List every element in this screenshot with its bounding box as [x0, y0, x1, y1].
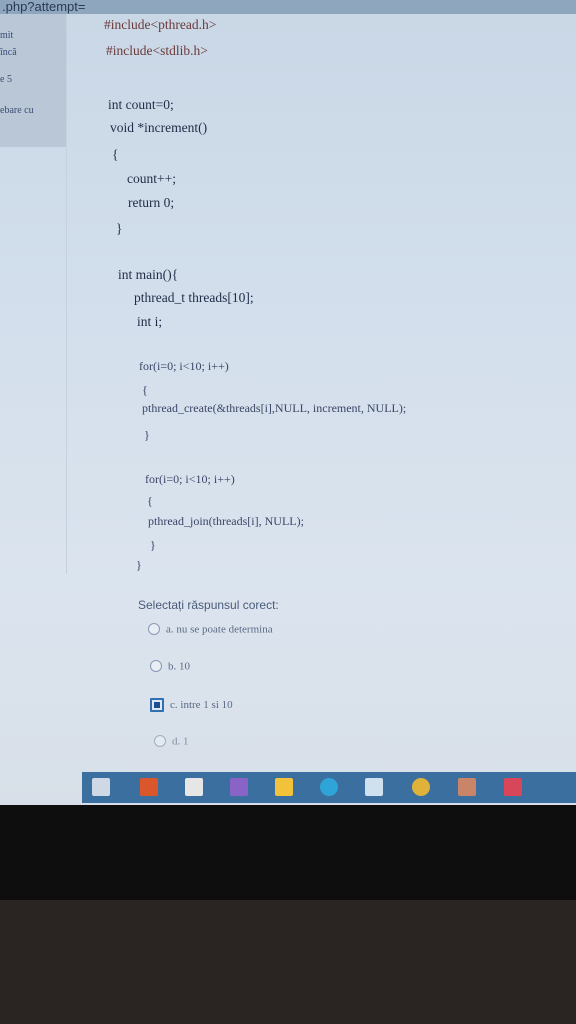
radio-button-checked[interactable] — [150, 698, 164, 712]
store-icon[interactable] — [185, 778, 203, 796]
code-line: { — [147, 494, 153, 508]
code-line: void *increment() — [110, 120, 208, 135]
code-line: pthread_t threads[10]; — [134, 290, 254, 305]
code-line: { — [142, 383, 148, 397]
code-line: } — [144, 428, 150, 442]
code-line: { — [112, 147, 119, 162]
code-line: } — [116, 221, 123, 236]
answer-option-c[interactable]: c. intre 1 si 10 — [150, 698, 233, 712]
app-icon[interactable] — [365, 778, 383, 796]
edge-icon[interactable] — [320, 778, 338, 796]
sidebar-panel: mit încă e 5 ebare cu — [0, 14, 67, 147]
code-line: #include<pthread.h> — [104, 17, 217, 32]
code-line: count++; — [127, 171, 176, 186]
sidebar-item[interactable]: mit — [0, 30, 13, 41]
taskbar — [82, 772, 576, 803]
monitor-bezel — [0, 805, 576, 900]
screen: .php?attempt= mit încă e 5 ebare cu #inc… — [0, 0, 576, 805]
content-divider — [66, 14, 67, 574]
answer-label: b. 10 — [168, 660, 190, 673]
sidebar-item[interactable]: e 5 — [0, 74, 12, 85]
answer-option-b[interactable]: b. 10 — [150, 660, 190, 674]
code-line: int count=0; — [108, 97, 174, 112]
sidebar-item[interactable]: ebare cu — [0, 105, 34, 116]
desk-surface — [0, 900, 576, 1024]
answer-option-a[interactable]: a. nu se poate determina — [148, 623, 273, 637]
sidebar-item[interactable]: încă — [0, 47, 17, 58]
code-line: pthread_create(&threads[i],NULL, increme… — [142, 401, 407, 415]
radio-button[interactable] — [148, 623, 160, 636]
code-line: } — [150, 538, 156, 552]
paint-icon[interactable] — [458, 778, 476, 796]
question-prompt: Selectați răspunsul corect: — [138, 598, 279, 612]
answer-label: d. 1 — [172, 735, 189, 748]
radio-button[interactable] — [154, 735, 166, 748]
file-explorer-icon[interactable] — [275, 778, 293, 796]
calendar-icon[interactable] — [504, 778, 522, 796]
address-bar[interactable]: .php?attempt= — [0, 0, 576, 14]
office-icon[interactable] — [140, 778, 158, 796]
code-line: for(i=0; i<10; i++) — [139, 359, 229, 373]
code-line: } — [136, 558, 142, 572]
visual-studio-icon[interactable] — [230, 778, 248, 796]
chrome-icon[interactable] — [412, 778, 430, 796]
code-line: #include<stdlib.h> — [106, 43, 208, 58]
code-line: pthread_join(threads[i], NULL); — [148, 514, 304, 528]
answer-label: a. nu se poate determina — [166, 623, 273, 636]
answer-option-d[interactable]: d. 1 — [154, 735, 189, 749]
code-line: for(i=0; i<10; i++) — [145, 472, 235, 486]
task-view-icon[interactable] — [92, 778, 110, 796]
answer-label: c. intre 1 si 10 — [170, 699, 233, 711]
code-line: int i; — [137, 314, 163, 329]
code-line: int main(){ — [118, 267, 179, 282]
radio-button[interactable] — [150, 660, 162, 673]
code-line: return 0; — [128, 195, 175, 210]
